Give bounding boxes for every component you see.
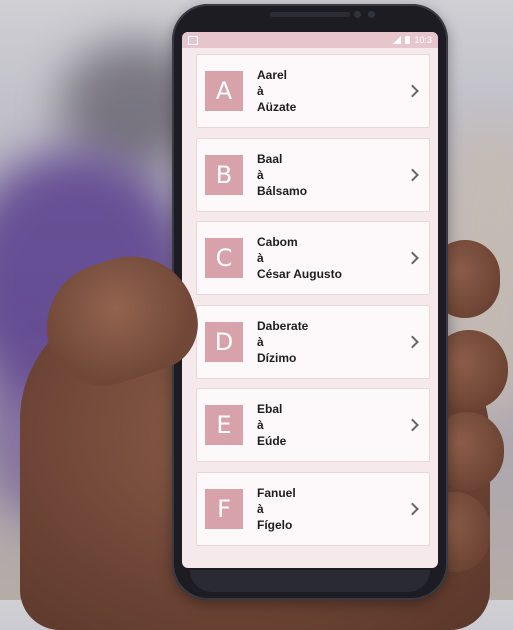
list-item-a[interactable]: A Aarel à Aüzate	[196, 54, 430, 128]
range-text: Cabom à César Augusto	[257, 234, 342, 282]
range-end: Aüzate	[257, 100, 297, 114]
range-end: Dízimo	[257, 350, 297, 365]
status-bar: 10:3	[182, 32, 438, 48]
chevron-right-icon[interactable]	[406, 84, 419, 98]
status-right: 10:3	[393, 35, 432, 45]
chevron-right-icon[interactable]	[406, 168, 419, 181]
signal-icon	[393, 36, 402, 44]
list-item-c[interactable]: C Cabom à César Augusto	[196, 221, 430, 295]
range-end: Eúde	[257, 434, 287, 448]
letter-badge: C	[205, 238, 243, 278]
smartphone: 10:3 A Aarel à Aüzate B Baal à Bálsamo C…	[172, 4, 448, 600]
letter-badge: B	[205, 154, 243, 195]
letter-badge: D	[205, 321, 243, 362]
battery-icon	[405, 36, 411, 44]
phone-screen: 10:3 A Aarel à Aüzate B Baal à Bálsamo C…	[182, 32, 438, 568]
range-text: Fanuel à Fígelo	[257, 485, 296, 533]
letter-badge: A	[205, 71, 243, 111]
range-start: Ebal	[257, 402, 283, 416]
range-end: Bálsamo	[257, 183, 308, 198]
range-end: César Augusto	[257, 267, 342, 281]
range-connector: à	[257, 84, 264, 98]
range-text: Baal à Bálsamo	[257, 151, 307, 199]
range-end: Fígelo	[257, 517, 293, 532]
letter-badge: F	[205, 488, 243, 529]
range-text: Ebal à Eúde	[257, 401, 286, 449]
range-connector: à	[257, 501, 264, 516]
range-start: Daberate	[257, 318, 309, 333]
letter-badge: E	[205, 405, 243, 445]
chevron-right-icon[interactable]	[406, 251, 419, 265]
range-start: Fanuel	[257, 485, 296, 500]
phone-bottom-bezel	[190, 570, 430, 592]
status-time: 10:3	[414, 35, 432, 45]
list-item-e[interactable]: E Ebal à Eúde	[196, 388, 430, 462]
range-connector: à	[257, 167, 264, 182]
chevron-right-icon[interactable]	[406, 502, 419, 515]
list-item-f[interactable]: F Fanuel à Fígelo	[196, 471, 430, 546]
chevron-right-icon[interactable]	[406, 335, 419, 348]
phone-speaker	[270, 12, 350, 17]
range-connector: à	[257, 251, 264, 265]
range-connector: à	[257, 334, 264, 349]
range-connector: à	[257, 418, 264, 432]
letter-list: A Aarel à Aüzate B Baal à Bálsamo C Cabo…	[182, 48, 438, 546]
range-start: Aarel	[257, 68, 288, 82]
list-item-b[interactable]: B Baal à Bálsamo	[196, 137, 430, 212]
range-text: Aarel à Aüzate	[257, 67, 296, 115]
front-camera	[354, 11, 361, 18]
list-item-d[interactable]: D Daberate à Dízimo	[196, 304, 430, 379]
range-start: Cabom	[257, 235, 298, 249]
sensor	[368, 11, 375, 18]
chevron-right-icon[interactable]	[406, 418, 419, 432]
range-start: Baal	[257, 151, 283, 166]
notification-icon	[188, 35, 198, 45]
range-text: Daberate à Dízimo	[257, 318, 308, 366]
